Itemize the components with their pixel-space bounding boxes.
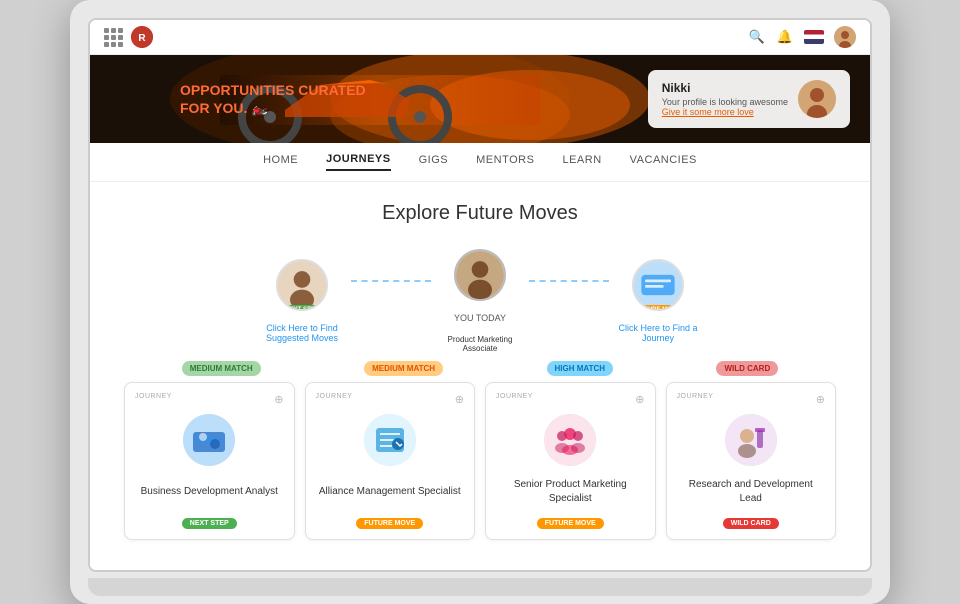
nav-journeys[interactable]: JOURNEYS — [326, 153, 391, 171]
app-logo: R — [131, 26, 153, 48]
card-3-image — [544, 414, 596, 466]
card-2-image — [364, 414, 416, 466]
card-1-header: JOURNEY ⊕ — [135, 393, 284, 406]
hero-profile-card: Nikki Your profile is looking awesome Gi… — [648, 70, 850, 128]
hero-profile-subtitle: Your profile is looking awesome — [662, 97, 788, 107]
svg-text:R: R — [138, 33, 146, 44]
match-badge-2: MEDIUM MATCH — [364, 361, 443, 376]
journey-path: NEXT STEP Click Here to Find Suggested M… — [120, 249, 840, 353]
grid-icon[interactable] — [104, 28, 123, 47]
path-avatar-center — [454, 249, 506, 301]
path-today-sublabel: Product Marketing Associate — [435, 335, 525, 353]
card-4-header: JOURNEY ⊕ — [677, 393, 826, 406]
nav-home[interactable]: HOME — [263, 154, 298, 170]
journey-card-3[interactable]: JOURNEY ⊕ — [485, 382, 656, 540]
card-4-bookmark[interactable]: ⊕ — [816, 393, 825, 406]
hero-profile-info: Nikki Your profile is looking awesome Gi… — [662, 81, 788, 117]
card-1-bookmark[interactable]: ⊕ — [274, 393, 283, 406]
card-3-label: JOURNEY — [496, 393, 533, 406]
path-today-label: YOU TODAY — [454, 313, 506, 323]
path-node-center: YOU TODAY Product Marketing Associate — [435, 249, 525, 353]
laptop-screen: R 🔍 🔔 — [88, 18, 872, 572]
journey-card-2[interactable]: JOURNEY ⊕ Alliance M — [305, 382, 476, 540]
cards-section: MEDIUM MATCH MEDIUM MATCH HIGH MATCH WIL… — [120, 361, 840, 540]
match-badges-row: MEDIUM MATCH MEDIUM MATCH HIGH MATCH WIL… — [120, 361, 840, 376]
top-bar-left: R — [104, 26, 153, 48]
path-link-left[interactable]: Click Here to Find Suggested Moves — [257, 323, 347, 343]
top-bar-right: 🔍 🔔 — [748, 26, 856, 48]
language-flag[interactable] — [804, 30, 824, 44]
laptop-frame: R 🔍 🔔 — [70, 0, 890, 604]
path-link-right[interactable]: Click Here to Find a Journey — [613, 323, 703, 343]
card-3-bookmark[interactable]: ⊕ — [635, 393, 644, 406]
badge-future-move: FUTURE MOVE — [632, 305, 684, 311]
card-1-label: JOURNEY — [135, 393, 172, 406]
hero-title: OPPORTUNITIES CURATED FOR YOU. 🏍️ — [180, 81, 366, 117]
journey-cards: JOURNEY ⊕ Business D — [120, 382, 840, 540]
card-1-title: Business Development Analyst — [141, 474, 278, 510]
nav-mentors[interactable]: MENTORS — [476, 154, 534, 170]
card-4-tag: WILD CARD — [723, 518, 779, 529]
path-line-right — [529, 280, 609, 282]
path-line-left — [351, 280, 431, 282]
search-icon[interactable]: 🔍 — [748, 28, 766, 46]
match-badge-3: HIGH MATCH — [547, 361, 614, 376]
top-bar: R 🔍 🔔 — [90, 20, 870, 55]
notification-icon[interactable]: 🔔 — [776, 28, 794, 46]
card-1-tag: NEXT STEP — [182, 518, 237, 529]
user-avatar-top[interactable] — [834, 26, 856, 48]
nav-gigs[interactable]: GIGS — [419, 154, 449, 170]
card-3-tag: FUTURE MOVE — [537, 518, 604, 529]
card-2-header: JOURNEY ⊕ — [316, 393, 465, 406]
match-badge-1: MEDIUM MATCH — [182, 361, 261, 376]
card-2-title: Alliance Management Specialist — [319, 474, 461, 510]
laptop-base — [88, 578, 872, 596]
badge-next-step: NEXT STEP — [280, 305, 323, 311]
journey-card-1[interactable]: JOURNEY ⊕ Business D — [124, 382, 295, 540]
path-avatar-left: NEXT STEP — [276, 259, 328, 311]
card-4-label: JOURNEY — [677, 393, 714, 406]
match-badge-4: WILD CARD — [716, 361, 778, 376]
main-nav: HOME JOURNEYS GIGS MENTORS LEARN VACANCI… — [90, 143, 870, 182]
path-node-right: FUTURE MOVE Click Here to Find a Journey — [613, 259, 703, 343]
hero-text: OPPORTUNITIES CURATED FOR YOU. 🏍️ — [90, 81, 366, 117]
path-node-left: NEXT STEP Click Here to Find Suggested M… — [257, 259, 347, 343]
hero-profile-name: Nikki — [662, 81, 788, 95]
card-1-image — [183, 414, 235, 466]
nav-learn[interactable]: LEARN — [562, 154, 601, 170]
hero-banner: OPPORTUNITIES CURATED FOR YOU. 🏍️ Nikki … — [90, 55, 870, 143]
card-3-header: JOURNEY ⊕ — [496, 393, 645, 406]
hero-profile-link[interactable]: Give it some more love — [662, 107, 788, 117]
card-4-title: Research and Development Lead — [677, 474, 826, 510]
nav-vacancies[interactable]: VACANCIES — [630, 154, 697, 170]
card-2-label: JOURNEY — [316, 393, 353, 406]
hero-avatar — [798, 80, 836, 118]
journey-card-4[interactable]: JOURNEY ⊕ — [666, 382, 837, 540]
main-content: Explore Future Moves NEXT STEP Click Her… — [90, 182, 870, 570]
card-2-tag: FUTURE MOVE — [356, 518, 423, 529]
card-4-image — [725, 414, 777, 466]
path-avatar-right: FUTURE MOVE — [632, 259, 684, 311]
card-2-bookmark[interactable]: ⊕ — [455, 393, 464, 406]
page-title: Explore Future Moves — [120, 202, 840, 225]
card-3-title: Senior Product Marketing Specialist — [496, 474, 645, 510]
